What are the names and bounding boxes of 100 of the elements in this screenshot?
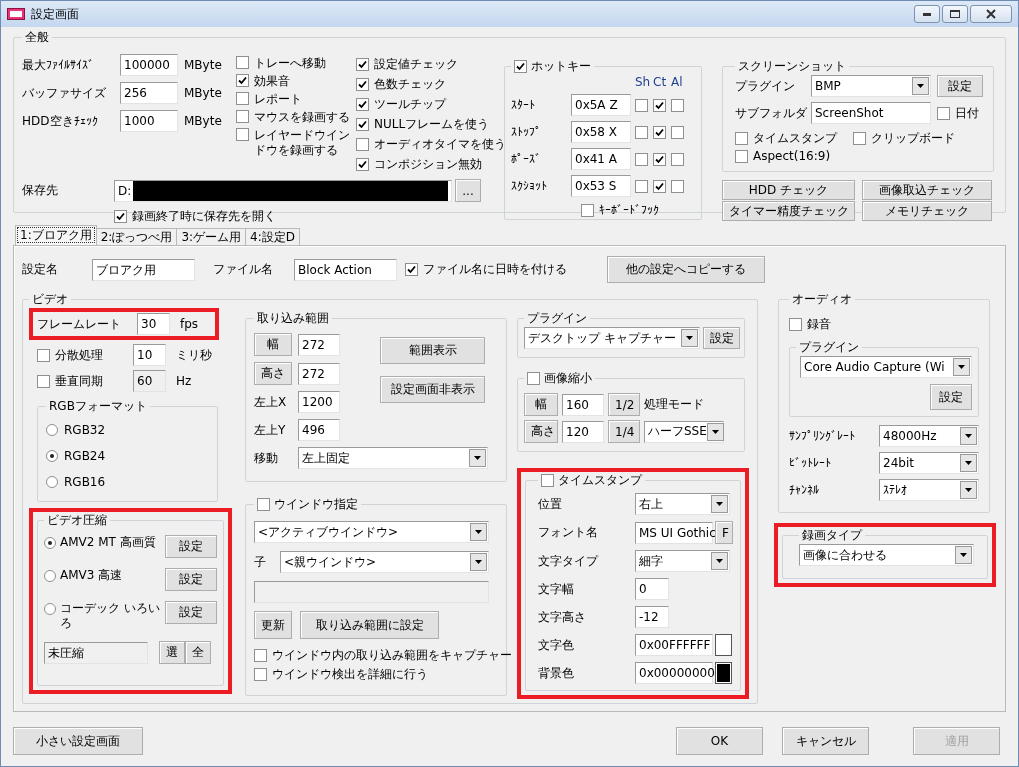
text-field[interactable]: 0x53 S (571, 175, 631, 197)
text-field[interactable]: 160 (562, 393, 604, 416)
button[interactable]: 設定 (165, 535, 217, 558)
button[interactable]: 画像取込チェック (862, 180, 992, 200)
text-field[interactable]: 1200 (298, 391, 340, 413)
text-field[interactable]: 120 (562, 420, 604, 443)
checkbox[interactable] (356, 138, 369, 151)
button[interactable]: 設定 (165, 601, 217, 624)
checkbox[interactable] (635, 152, 648, 166)
radio-button[interactable] (46, 424, 58, 436)
button[interactable]: 更新 (254, 611, 292, 639)
checkbox[interactable] (356, 118, 369, 131)
checkbox[interactable] (541, 474, 554, 487)
checkbox[interactable] (236, 56, 249, 69)
text-field[interactable]: 256 (120, 82, 178, 104)
checkbox[interactable] (527, 372, 540, 385)
checkbox[interactable] (635, 179, 648, 193)
minimize-button[interactable] (914, 5, 940, 23)
text-field[interactable]: 496 (298, 419, 340, 441)
text-field[interactable]: 0x5A Z (571, 94, 631, 116)
dropdown[interactable]: 48000Hz (879, 425, 979, 447)
text-field[interactable]: MS UI Gothic (635, 521, 713, 544)
dropdown[interactable]: ｽﾃﾚｵ (879, 479, 979, 501)
close-button[interactable] (970, 5, 1012, 23)
button[interactable]: 設定 (930, 384, 972, 410)
button[interactable]: 設定 (937, 75, 983, 97)
text-field[interactable]: 0x41 A (571, 148, 631, 170)
dropdown[interactable]: 左上固定 (298, 447, 488, 469)
radio-button[interactable] (44, 603, 56, 615)
text-field[interactable]: 272 (298, 333, 340, 356)
button[interactable]: キャンセル (782, 727, 869, 755)
maximize-button[interactable] (942, 5, 968, 23)
checkbox[interactable] (671, 152, 684, 166)
color-swatch[interactable] (715, 634, 732, 656)
color-swatch[interactable] (715, 662, 732, 684)
radio-button[interactable] (44, 570, 56, 582)
tab[interactable]: 3:ゲーム用 (176, 228, 247, 245)
button[interactable]: 1/2 (608, 393, 640, 416)
text-field[interactable]: 未圧縮 (44, 641, 148, 664)
checkbox[interactable] (671, 125, 684, 139)
dropdown[interactable]: BMP (811, 75, 931, 97)
text-field[interactable] (254, 581, 489, 603)
text-field[interactable]: 1000 (120, 110, 178, 132)
checkbox[interactable] (514, 60, 527, 73)
checkbox[interactable] (581, 203, 594, 217)
dropdown[interactable]: ハーフSSE (644, 420, 724, 443)
dropdown[interactable]: 細字 (635, 550, 730, 572)
dropdown[interactable]: 右上 (635, 493, 730, 515)
checkbox[interactable] (257, 498, 270, 511)
checkbox[interactable] (653, 179, 666, 193)
checkbox[interactable] (653, 152, 666, 166)
text-field[interactable]: 100000 (120, 54, 178, 76)
checkbox[interactable] (114, 210, 127, 223)
button[interactable]: 範囲表示 (380, 337, 485, 364)
text-field[interactable]: 0 (635, 578, 669, 600)
button[interactable]: 設定 (703, 327, 740, 349)
checkbox[interactable] (405, 263, 418, 276)
checkbox[interactable] (635, 125, 648, 139)
radio-button[interactable] (46, 450, 58, 462)
text-field[interactable]: ブロアク用 (92, 258, 195, 281)
button[interactable]: OK (676, 727, 763, 755)
text-field[interactable]: 0x00000000 (635, 662, 713, 684)
text-field[interactable]: -12 (635, 606, 669, 628)
button[interactable]: メモリチェック (862, 201, 992, 221)
checkbox[interactable] (356, 78, 369, 91)
checkbox[interactable] (236, 92, 249, 105)
text-field[interactable]: 272 (298, 362, 340, 385)
checkbox[interactable] (356, 158, 369, 171)
checkbox[interactable] (236, 110, 249, 123)
text-field[interactable]: 0x00FFFFFF (635, 634, 713, 656)
text-field[interactable]: 0x58 X (571, 121, 631, 143)
button[interactable]: 幅 (524, 393, 558, 416)
button[interactable]: 幅 (254, 333, 292, 356)
text-field[interactable]: Block Action (294, 258, 397, 281)
button[interactable]: HDD チェック (722, 180, 855, 200)
checkbox[interactable] (635, 98, 648, 112)
button[interactable]: 高さ (254, 362, 292, 385)
dropdown[interactable]: 画像に合わせる (799, 544, 974, 566)
button[interactable]: 他の設定へコピーする (607, 256, 765, 283)
dropdown[interactable]: <アクティブウインドウ> (254, 521, 489, 543)
button[interactable]: F (715, 521, 733, 544)
button[interactable]: タイマー精度チェック (722, 201, 855, 221)
dropdown[interactable]: <親ウインドウ> (280, 551, 489, 573)
checkbox[interactable] (356, 98, 369, 111)
checkbox[interactable] (254, 649, 267, 662)
radio-button[interactable] (46, 476, 58, 488)
button[interactable]: 設定画面非表示 (380, 376, 485, 403)
text-field[interactable]: 10 (133, 344, 166, 366)
checkbox[interactable] (236, 128, 249, 141)
checkbox[interactable] (937, 106, 950, 120)
checkbox[interactable] (735, 149, 748, 163)
button[interactable]: 全 (185, 641, 211, 664)
button[interactable]: ... (455, 179, 481, 202)
checkbox[interactable] (789, 318, 802, 331)
checkbox[interactable] (236, 74, 249, 87)
checkbox[interactable] (735, 132, 748, 145)
button[interactable]: 小さい設定画面 (13, 727, 143, 755)
button[interactable]: 高さ (524, 420, 558, 443)
tab[interactable]: 4:設定D (245, 228, 300, 245)
checkbox[interactable] (671, 179, 684, 193)
